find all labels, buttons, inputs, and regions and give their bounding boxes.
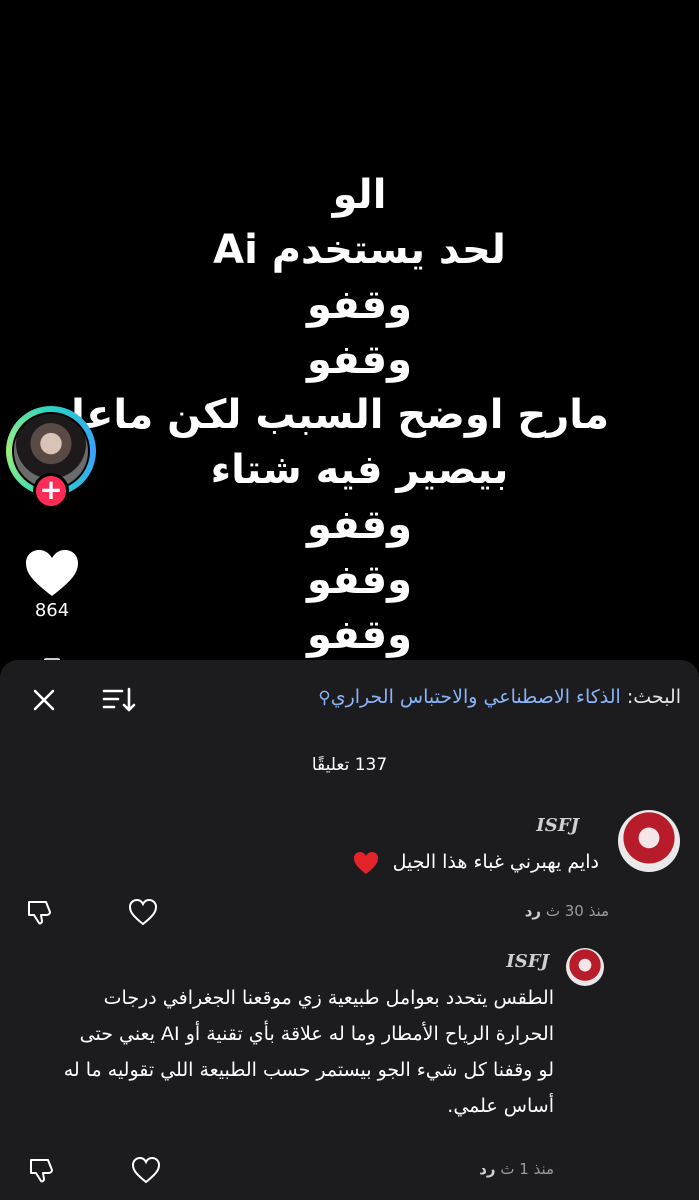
search-term[interactable]: الذكاء الاصطناعي والاحتباس الحراري [331, 686, 621, 708]
overlay-line: الو [332, 172, 387, 218]
overlay-line: وقفو [307, 282, 412, 328]
comment-text: دايم يهبرني غباء هذا الجيل [39, 844, 599, 880]
search-label: البحث: [626, 686, 681, 708]
comment-time: منذ 1 ث [500, 1160, 554, 1178]
comment-body: دايم يهبرني غباء هذا الجيل [392, 851, 599, 873]
like-heart-icon[interactable] [131, 1156, 161, 1184]
follow-button[interactable]: + [33, 473, 69, 509]
like-heart-icon[interactable] [24, 548, 80, 598]
commenter-avatar[interactable] [566, 948, 604, 986]
dislike-icon[interactable] [26, 898, 56, 926]
overlay-line: وقفو [307, 337, 412, 383]
comment-count: 137 تعليقًا [311, 755, 388, 775]
comment-line: الحرارة الرياح الأمطار وما له علاقة بأي … [79, 1023, 554, 1045]
comment-line: الطقس يتحدد بعوامل طبيعية زي موقعنا الجغ… [103, 987, 554, 1009]
overlay-line: وقفو [307, 612, 412, 658]
comment-time: منذ 30 ث [545, 902, 609, 920]
comment-text: الطقس يتحدد بعوامل طبيعية زي موقعنا الجغ… [14, 980, 554, 1124]
comment-line: أساس علمي. [447, 1095, 554, 1117]
overlay-line: وقفو [307, 502, 412, 548]
video-overlay-text: الو لحد يستخدم Ai وقفو وقفو مارح اوضح ال… [50, 168, 609, 660]
comment-meta: منذ 30 ث رد [511, 902, 609, 920]
overlay-line: بيصير فيه شتاء [210, 447, 509, 493]
like-count: 864 [34, 600, 70, 621]
reply-button[interactable]: رد [525, 902, 541, 920]
close-icon[interactable] [26, 682, 62, 718]
sort-icon[interactable] [100, 684, 136, 716]
comment-line: لو وقفنا كل شيء الجو بيستمر حسب الطبيعة … [63, 1059, 554, 1081]
commenter-avatar[interactable] [618, 810, 680, 872]
video-area[interactable]: الو لحد يستخدم Ai وقفو وقفو مارح اوضح ال… [0, 0, 699, 660]
search-icon: ⚲ [318, 688, 331, 708]
comment-meta: منذ 1 ث رد [465, 1160, 554, 1178]
overlay-line: وقفو [307, 557, 412, 603]
like-heart-icon[interactable] [128, 898, 158, 926]
dislike-icon[interactable] [28, 1156, 58, 1184]
overlay-line: مارح اوضح السبب لكن ماعاد [50, 392, 609, 438]
reply-button[interactable]: رد [479, 1160, 495, 1178]
red-heart-emoji [353, 851, 378, 874]
comments-sheet: البحث: الذكاء الاصطناعي والاحتباس الحرار… [0, 660, 699, 1200]
comment-author[interactable]: ISFJ [506, 951, 549, 972]
search-query[interactable]: البحث: الذكاء الاصطناعي والاحتباس الحرار… [318, 686, 681, 708]
comment-author[interactable]: ISFJ [536, 815, 579, 836]
overlay-line: لحد يستخدم Ai [213, 227, 506, 273]
